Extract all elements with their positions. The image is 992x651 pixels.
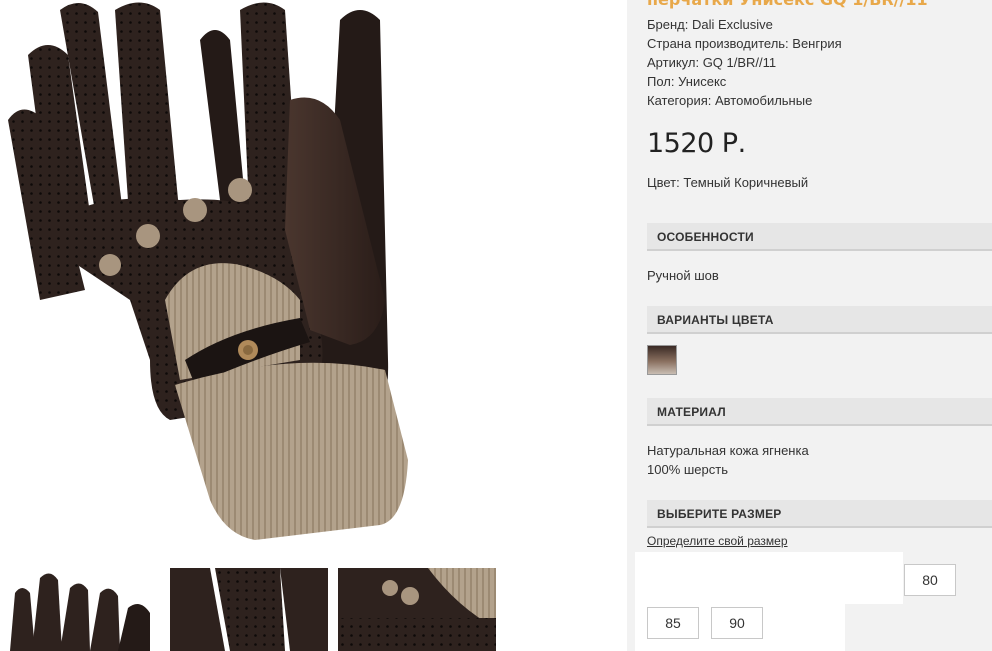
blank-overlay: [635, 552, 903, 604]
product-main-image[interactable]: [0, 0, 420, 560]
material-line-1: Натуральная кожа ягненка: [647, 443, 809, 458]
section-features-header: ОСОБЕННОСТИ: [647, 223, 992, 251]
thumbnail-2[interactable]: [170, 568, 328, 651]
features-text: Ручной шов: [647, 268, 719, 283]
thumbnail-3[interactable]: [338, 568, 496, 651]
spec-country: Страна производитель: Венгрия: [647, 36, 842, 51]
section-size-header: ВЫБЕРИТЕ РАЗМЕР: [647, 500, 992, 528]
glove-thumbnail-icon: [338, 568, 496, 651]
size-button-85[interactable]: 85: [647, 607, 699, 639]
product-title: перчатки Унисекс GQ 1/BR//11: [647, 0, 928, 9]
glove-thumbnail-icon: [170, 568, 328, 651]
size-button-90[interactable]: 90: [711, 607, 763, 639]
size-button-80[interactable]: 80: [904, 564, 956, 596]
spec-gender: Пол: Унисекс: [647, 74, 727, 89]
glove-thumbnail-icon: [0, 568, 158, 651]
section-colors-header: ВАРИАНТЫ ЦВЕТА: [647, 306, 992, 334]
section-colors-title: ВАРИАНТЫ ЦВЕТА: [657, 313, 774, 327]
spec-brand: Бренд: Dali Exclusive: [647, 17, 773, 32]
thumbnail-1[interactable]: [0, 568, 158, 651]
size-guide-link[interactable]: Определите свой размер: [647, 534, 788, 548]
section-size-title: ВЫБЕРИТЕ РАЗМЕР: [657, 507, 782, 521]
color-swatch-dark-brown[interactable]: [647, 345, 677, 375]
section-material-title: МАТЕРИАЛ: [657, 405, 726, 419]
spec-category: Категория: Автомобильные: [647, 93, 813, 108]
spec-article: Артикул: GQ 1/BR//11: [647, 55, 777, 70]
material-line-2: 100% шерсть: [647, 462, 728, 477]
product-info-panel: перчатки Унисекс GQ 1/BR//11 Бренд: Dali…: [627, 0, 992, 651]
glove-photo-icon: [8, 2, 408, 540]
section-material-header: МАТЕРИАЛ: [647, 398, 992, 426]
section-features-title: ОСОБЕННОСТИ: [657, 230, 754, 244]
product-color: Цвет: Темный Коричневый: [647, 175, 809, 190]
product-price: 1520 Р.: [647, 128, 746, 159]
